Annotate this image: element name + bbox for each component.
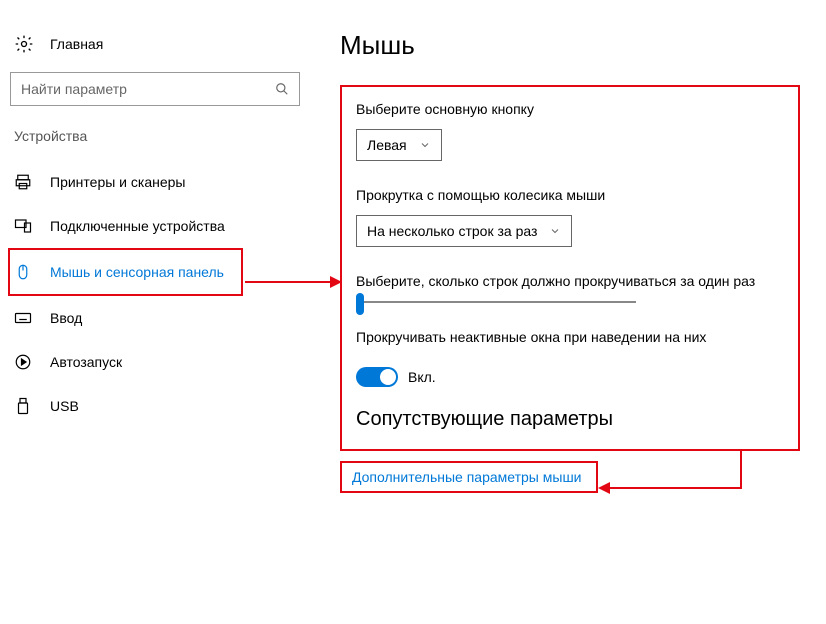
search-icon: [275, 82, 289, 96]
search-input-container[interactable]: [10, 72, 300, 106]
sidebar-item-label: Принтеры и сканеры: [50, 174, 185, 190]
gear-icon: [14, 34, 36, 54]
sidebar-item-label: Ввод: [50, 310, 82, 326]
search-input[interactable]: [21, 81, 275, 97]
sidebar-item-label: Подключенные устройства: [50, 218, 225, 234]
primary-button-value: Левая: [367, 137, 407, 153]
inactive-scroll-setting: Прокручивать неактивные окна при наведен…: [356, 329, 784, 390]
home-nav[interactable]: Главная: [10, 30, 300, 72]
related-section-title: Сопутствующие параметры: [356, 408, 784, 431]
sidebar-item-autoplay[interactable]: Автозапуск: [10, 340, 300, 384]
slider-thumb[interactable]: [356, 293, 364, 315]
wheel-scroll-setting: Прокрутка с помощью колесика мыши На нес…: [356, 187, 784, 247]
sidebar-item-typing[interactable]: Ввод: [10, 296, 300, 340]
lines-per-scroll-slider[interactable]: [356, 301, 636, 303]
primary-button-select[interactable]: Левая: [356, 129, 442, 161]
inactive-scroll-label: Прокручивать неактивные окна при наведен…: [356, 329, 784, 345]
lines-per-scroll-label: Выберите, сколько строк должно прокручив…: [356, 273, 784, 289]
annotation-frame: Выберите основную кнопку Левая Прокрутка…: [340, 85, 800, 451]
toggle-knob: [380, 369, 396, 385]
inactive-scroll-toggle[interactable]: Вкл.: [356, 367, 436, 387]
toggle-state-label: Вкл.: [408, 369, 436, 385]
page-title: Мышь: [340, 30, 818, 61]
toggle-track: [356, 367, 398, 387]
sidebar-item-connected-devices[interactable]: Подключенные устройства: [10, 204, 300, 248]
autoplay-icon: [14, 353, 36, 371]
sidebar-item-label: USB: [50, 398, 79, 414]
wheel-scroll-label: Прокрутка с помощью колесика мыши: [356, 187, 784, 203]
main-panel: Мышь Выберите основную кнопку Левая Прок…: [300, 0, 826, 624]
sidebar-item-printers[interactable]: Принтеры и сканеры: [10, 160, 300, 204]
printer-icon: [14, 173, 36, 191]
sidebar-item-usb[interactable]: USB: [10, 384, 300, 428]
wheel-scroll-select[interactable]: На несколько строк за раз: [356, 215, 572, 247]
wheel-scroll-value: На несколько строк за раз: [367, 223, 537, 239]
category-title: Устройства: [10, 128, 300, 160]
chevron-down-icon: [419, 139, 431, 151]
chevron-down-icon: [549, 225, 561, 237]
lines-per-scroll-setting: Выберите, сколько строк должно прокручив…: [356, 273, 784, 303]
sidebar-item-label: Автозапуск: [50, 354, 122, 370]
keyboard-icon: [14, 309, 36, 327]
home-label: Главная: [50, 36, 103, 52]
additional-mouse-settings-link[interactable]: Дополнительные параметры мыши: [352, 469, 582, 485]
annotation-frame: Дополнительные параметры мыши: [340, 461, 598, 493]
primary-button-setting: Выберите основную кнопку Левая: [356, 101, 784, 161]
sidebar-item-label: Мышь и сенсорная панель: [50, 264, 224, 280]
sidebar-item-mouse[interactable]: Мышь и сенсорная панель: [10, 250, 241, 294]
mouse-icon: [14, 263, 36, 281]
sidebar: Главная Устройства Принтеры и сканеры: [0, 0, 300, 624]
primary-button-label: Выберите основную кнопку: [356, 101, 784, 117]
usb-icon: [14, 397, 36, 415]
devices-icon: [14, 217, 36, 235]
